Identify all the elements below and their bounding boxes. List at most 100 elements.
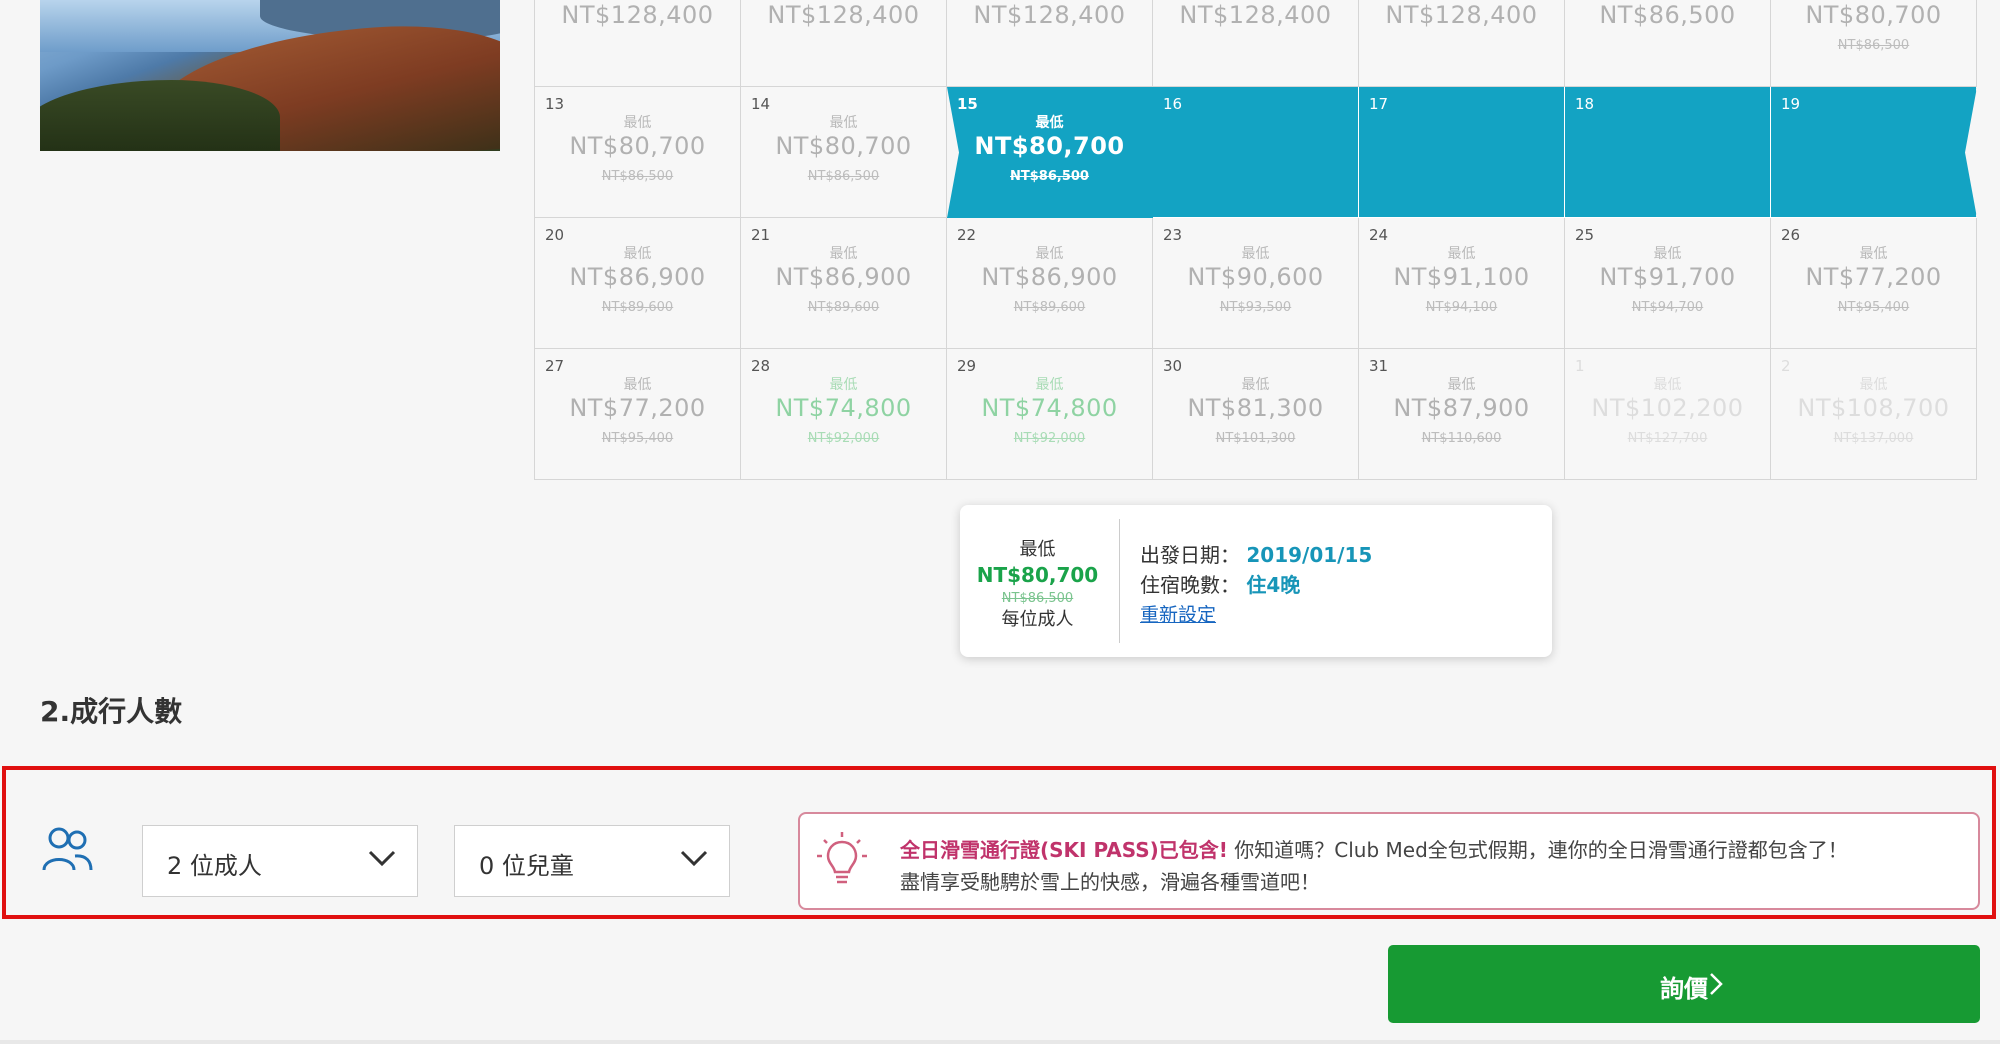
price-calendar: 最低NT$128,400最低NT$128,400最低NT$128,400最低NT… bbox=[534, 0, 1977, 480]
calendar-day-cell[interactable]: 最低NT$80,700NT$86,500 bbox=[1771, 0, 1977, 87]
calendar-day-cell[interactable]: 24 最低 NT$91,100 NT$94,100 bbox=[1359, 218, 1565, 349]
calendar-day-number: 2 bbox=[1781, 357, 1791, 375]
calendar-day-cell[interactable]: 最低NT$128,400 bbox=[535, 0, 741, 87]
calendar-day-price: NT$74,800 bbox=[775, 394, 912, 422]
calendar-day-cell[interactable]: 25 最低 NT$91,700 NT$94,700 bbox=[1565, 218, 1771, 349]
calendar-day-original-price: NT$89,600 bbox=[1013, 300, 1086, 315]
calendar-day-cell[interactable]: 1 最低 NT$102,200 NT$127,700 bbox=[1565, 349, 1771, 480]
calendar-day-cell[interactable]: 最低NT$128,400 bbox=[1359, 0, 1565, 87]
calendar-day-cell[interactable]: 最低NT$128,400 bbox=[741, 0, 947, 87]
calendar-day-cell[interactable]: 26 最低 NT$77,200 NT$95,400 bbox=[1771, 218, 1977, 349]
calendar-day-original-price: NT$86,500 bbox=[1837, 38, 1910, 53]
calendar-day-cell[interactable]: 最低NT$128,400 bbox=[947, 0, 1153, 87]
calendar-day-cell[interactable]: 13 最低 NT$80,700 NT$86,500 bbox=[535, 87, 741, 218]
section-title-party: 2.成行人數 bbox=[40, 695, 183, 728]
summary-per-adult: 每位成人 bbox=[1001, 609, 1074, 630]
calendar-day-number: 24 bbox=[1369, 226, 1389, 244]
party-size-panel: 2 位成人 0 位兒童 全日滑雪通行證(SKI PASS)已包含! 你知道嗎？C… bbox=[2, 766, 1996, 919]
children-select-value: 0 位兒童 bbox=[479, 852, 574, 880]
departure-date-label: 出發日期： bbox=[1140, 543, 1240, 567]
calendar-day-number: 29 bbox=[957, 357, 977, 375]
calendar-day-number: 27 bbox=[545, 357, 565, 375]
calendar-day-price: NT$108,700 bbox=[1797, 394, 1950, 422]
calendar-day-number: 23 bbox=[1163, 226, 1183, 244]
tip-highlight: 全日滑雪通行證(SKI PASS)已包含! bbox=[900, 838, 1228, 862]
calendar-day-price: NT$80,700 bbox=[569, 132, 706, 160]
calendar-day-number: 1 bbox=[1575, 357, 1585, 375]
resort-photo bbox=[40, 0, 500, 151]
adults-select[interactable]: 2 位成人 bbox=[142, 825, 418, 897]
calendar-day-original-price: NT$86,500 bbox=[601, 169, 674, 184]
photo-foreground bbox=[40, 80, 280, 151]
calendar-day-price: NT$128,400 bbox=[973, 1, 1126, 29]
calendar-day-cell[interactable]: 28 最低 NT$74,800 NT$92,000 bbox=[741, 349, 947, 480]
calendar-day-price: NT$80,700 bbox=[974, 132, 1125, 160]
calendar-day-number: 16 bbox=[1163, 95, 1183, 113]
nights-label: 住宿晚數： bbox=[1140, 573, 1240, 597]
calendar-day-number: 22 bbox=[957, 226, 977, 244]
calendar-day-price: NT$80,700 bbox=[775, 132, 912, 160]
calendar-day-original-price: NT$101,300 bbox=[1215, 431, 1296, 446]
summary-price-block: 最低 NT$80,700 NT$86,500 每位成人 bbox=[960, 505, 1115, 657]
calendar-day-low-label: 最低 bbox=[1653, 377, 1682, 393]
calendar-day-number: 25 bbox=[1575, 226, 1595, 244]
quote-button[interactable]: 詢價 bbox=[1388, 945, 1980, 1023]
calendar-day-price: NT$102,200 bbox=[1591, 394, 1744, 422]
calendar-day-cell[interactable]: 29 最低 NT$74,800 NT$92,000 bbox=[947, 349, 1153, 480]
calendar-day-cell[interactable]: 21 最低 NT$86,900 NT$89,600 bbox=[741, 218, 947, 349]
calendar-day-price: NT$90,600 bbox=[1187, 263, 1324, 291]
calendar-day-cell[interactable]: 14 最低 NT$80,700 NT$86,500 bbox=[741, 87, 947, 218]
calendar-day-original-price: NT$94,700 bbox=[1631, 300, 1704, 315]
calendar-day-cell[interactable]: 2 最低 NT$108,700 NT$137,000 bbox=[1771, 349, 1977, 480]
calendar-day-price: NT$77,200 bbox=[1805, 263, 1942, 291]
calendar-day-cell[interactable]: 27 最低 NT$77,200 NT$95,400 bbox=[535, 349, 741, 480]
calendar-day-cell[interactable]: 最低NT$128,400 bbox=[1153, 0, 1359, 87]
calendar-day-price: NT$74,800 bbox=[981, 394, 1118, 422]
quote-button-label: 詢價 bbox=[1660, 975, 1708, 1003]
calendar-day-cell[interactable]: 20 最低 NT$86,900 NT$89,600 bbox=[535, 218, 741, 349]
calendar-day-price: NT$86,900 bbox=[981, 263, 1118, 291]
calendar-day-cell[interactable]: 17 bbox=[1359, 87, 1565, 218]
calendar-day-cell[interactable]: 23 最低 NT$90,600 NT$93,500 bbox=[1153, 218, 1359, 349]
calendar-day-low-label: 最低 bbox=[1447, 377, 1476, 393]
tip-line-2: 盡情享受馳騁於雪上的快感，滑遍各種雪道吧！ bbox=[900, 870, 1320, 894]
departure-date-row: 出發日期： 2019/01/15 bbox=[1140, 539, 1372, 568]
calendar-day-original-price: NT$95,400 bbox=[601, 431, 674, 446]
calendar-day-cell[interactable]: 31 最低 NT$87,900 NT$110,600 bbox=[1359, 349, 1565, 480]
selection-summary: 最低 NT$80,700 NT$86,500 每位成人 出發日期： 2019/0… bbox=[960, 505, 1552, 657]
calendar-day-low-label: 最低 bbox=[829, 115, 858, 131]
calendar-day-cell[interactable]: 22 最低 NT$86,900 NT$89,600 bbox=[947, 218, 1153, 349]
calendar-day-price: NT$128,400 bbox=[1179, 1, 1332, 29]
calendar-day-original-price: NT$92,000 bbox=[807, 431, 880, 446]
calendar-day-price: NT$86,900 bbox=[775, 263, 912, 291]
calendar-day-low-label: 最低 bbox=[1447, 246, 1476, 262]
tip-line-1: 全日滑雪通行證(SKI PASS)已包含! 你知道嗎？Club Med全包式假期… bbox=[900, 834, 1848, 863]
children-select[interactable]: 0 位兒童 bbox=[454, 825, 730, 897]
calendar-day-cell[interactable]: 30 最低 NT$81,300 NT$101,300 bbox=[1153, 349, 1359, 480]
calendar-day-number: 17 bbox=[1369, 95, 1389, 113]
calendar-day-original-price: NT$93,500 bbox=[1219, 300, 1292, 315]
calendar-day-price: NT$128,400 bbox=[561, 1, 714, 29]
calendar-day-original-price: NT$110,600 bbox=[1421, 431, 1502, 446]
calendar-day-number: 18 bbox=[1575, 95, 1595, 113]
calendar-day-original-price: NT$94,100 bbox=[1425, 300, 1498, 315]
calendar-day-price: NT$86,900 bbox=[569, 263, 706, 291]
calendar-day-original-price: NT$89,600 bbox=[601, 300, 674, 315]
calendar-day-cell[interactable]: 18 bbox=[1565, 87, 1771, 218]
reset-link[interactable]: 重新設定 bbox=[1140, 600, 1216, 627]
calendar-day-original-price: NT$86,500 bbox=[1010, 169, 1089, 184]
footer-divider bbox=[0, 1040, 2000, 1044]
calendar-day-cell[interactable]: 15 最低 NT$80,700 NT$86,500 bbox=[947, 87, 1153, 218]
calendar-day-price: NT$128,400 bbox=[767, 1, 920, 29]
calendar-day-price: NT$80,700 bbox=[1805, 1, 1942, 29]
calendar-day-cell[interactable]: 19 bbox=[1771, 87, 1977, 218]
calendar-day-cell[interactable]: 16 bbox=[1153, 87, 1359, 218]
lightbulb-icon bbox=[817, 832, 867, 884]
calendar-day-low-label: 最低 bbox=[1859, 246, 1888, 262]
calendar-day-cell[interactable]: 最低NT$86,500 bbox=[1565, 0, 1771, 87]
calendar-day-low-label: 最低 bbox=[1859, 377, 1888, 393]
adults-select-value: 2 位成人 bbox=[167, 852, 262, 880]
summary-original-price: NT$86,500 bbox=[1001, 591, 1074, 606]
people-icon bbox=[42, 827, 93, 871]
summary-low-label: 最低 bbox=[1019, 539, 1056, 560]
